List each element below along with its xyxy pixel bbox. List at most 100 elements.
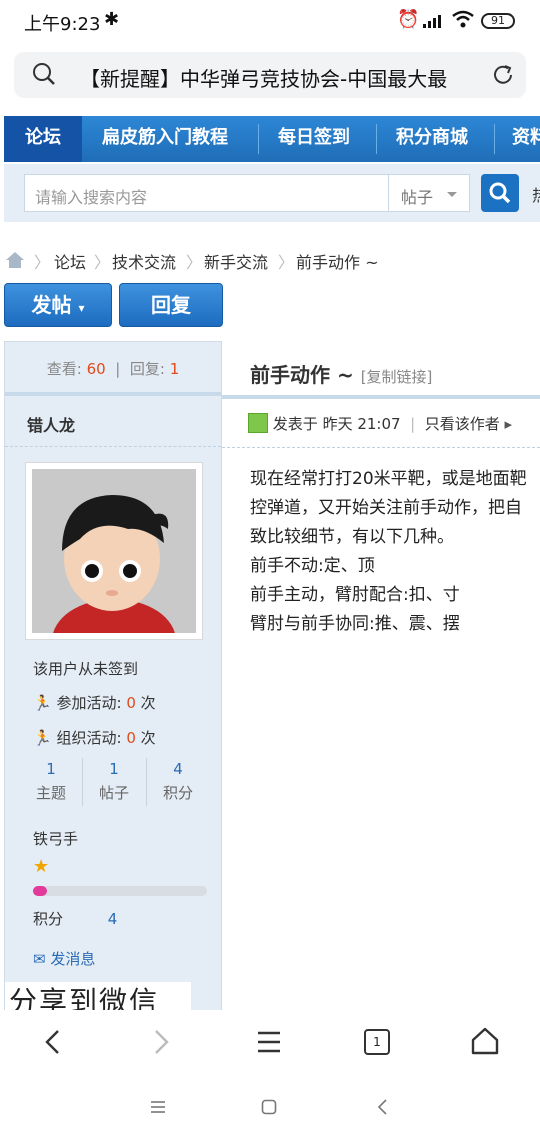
- mail-icon: ✉: [33, 950, 46, 968]
- points-label: 积分: [33, 910, 64, 928]
- thread-stats: 查看: 60 | 回复: 1: [5, 342, 221, 396]
- breadcrumb-forum[interactable]: 论坛: [54, 249, 86, 273]
- avatar[interactable]: [25, 462, 203, 683]
- post-title-text: 前手动作 ~: [250, 363, 354, 387]
- reply-button[interactable]: 回复: [119, 283, 223, 327]
- post-content: 前手动作 ~ [复制链接] 发表于 昨天 21:07 | 只看该作者 ▸ 现在经…: [222, 341, 540, 1011]
- rank-progress-bar: [33, 886, 207, 896]
- address-bar[interactable]: 【新提醒】中华弹弓竞技协会-中国最大最: [14, 52, 526, 98]
- send-message-link[interactable]: ✉ 发消息: [33, 948, 95, 969]
- chevron-right-icon: 〉: [34, 253, 51, 272]
- share-wechat-banner[interactable]: 分享到微信: [5, 982, 191, 1012]
- tabs-button[interactable]: 1: [364, 1029, 390, 1055]
- forward-icon[interactable]: [148, 1028, 174, 1056]
- home-icon[interactable]: [470, 1026, 500, 1056]
- menu-icon[interactable]: [256, 1030, 282, 1054]
- posted-label: 发表于: [272, 415, 318, 433]
- system-nav-bar: [0, 1074, 540, 1140]
- signal-icon: [423, 15, 441, 28]
- nav-item-shop[interactable]: 积分商城: [396, 116, 468, 162]
- recent-apps-icon[interactable]: [150, 1100, 166, 1114]
- chevron-down-icon: [447, 192, 457, 197]
- new-post-button[interactable]: 发帖 ▾: [4, 283, 112, 327]
- search-input[interactable]: 请输入搜索内容: [24, 174, 390, 212]
- post-body-line: 现在经常打打20米平靶，或是地面靶: [250, 469, 527, 489]
- points-value: 4: [107, 910, 118, 928]
- count-posts-value: 1: [109, 760, 119, 778]
- stats-divider: |: [110, 360, 126, 378]
- post-meta: 发表于 昨天 21:07 | 只看该作者 ▸: [248, 413, 512, 437]
- points-row: 积分 4: [33, 908, 117, 929]
- post-body-line: 致比较细节，有以下几种。: [250, 527, 454, 547]
- replies-count: 1: [169, 360, 180, 378]
- nav-divider: [376, 124, 377, 154]
- views-count: 60: [86, 360, 106, 378]
- replies-label: 回复:: [129, 360, 165, 378]
- post-body-line: 臂肘与前手协同:推、震、摆: [250, 614, 460, 634]
- search-icon: [489, 182, 511, 204]
- author-name[interactable]: 错人龙: [27, 412, 75, 436]
- star-icon: ★: [33, 856, 50, 877]
- nav-item-forum[interactable]: 论坛: [4, 116, 82, 162]
- search-button[interactable]: [481, 174, 519, 212]
- count-points-value: 4: [173, 760, 183, 778]
- post-body-line: 控弹道，又开始关注前手动作，把自: [250, 498, 522, 518]
- posted-time: 昨天 21:07: [322, 415, 401, 433]
- post-title: 前手动作 ~ [复制链接]: [250, 359, 432, 388]
- count-threads-label: 主题: [35, 784, 66, 802]
- hot-search-link[interactable]: 热: [532, 182, 540, 206]
- views-label: 查看:: [46, 360, 82, 378]
- divider: [222, 395, 540, 399]
- nav-item-tutorial[interactable]: 扁皮筋入门教程: [102, 116, 228, 162]
- nav-divider: [494, 124, 495, 154]
- avatar-image: [32, 469, 196, 683]
- activity-org-value: 0: [126, 729, 136, 747]
- browser-toolbar: 1: [0, 1010, 540, 1074]
- status-bar: 上午9:23 ✱ ⏰ 91: [0, 0, 540, 42]
- activity-join-label: 参加活动:: [56, 694, 122, 712]
- author-sidebar: 查看: 60 | 回复: 1 错人龙 该用户从未签到 🏃 参加活动: 0 次 🏃…: [4, 341, 222, 1012]
- chevron-right-icon: 〉: [278, 253, 295, 272]
- rank-progress-fill: [33, 886, 47, 896]
- home-icon[interactable]: [4, 250, 26, 270]
- count-threads[interactable]: 1 主题: [19, 760, 83, 803]
- times-unit: 次: [140, 694, 156, 712]
- count-points-label: 积分: [162, 784, 193, 802]
- alarm-icon: ⏰: [397, 9, 420, 30]
- battery-indicator: 91: [481, 13, 515, 29]
- nav-divider: [258, 124, 259, 154]
- count-threads-value: 1: [46, 760, 56, 778]
- forum-search: 请输入搜索内容 帖子 热: [4, 164, 540, 222]
- activity-org-label: 组织活动:: [56, 729, 122, 747]
- url-text[interactable]: 【新提醒】中华弹弓竞技协会-中国最大最: [80, 63, 490, 89]
- author-only-link[interactable]: 只看该作者: [425, 415, 500, 433]
- back-icon[interactable]: [40, 1028, 66, 1056]
- breadcrumb-newbie[interactable]: 新手交流: [204, 249, 268, 273]
- count-posts-label: 帖子: [98, 784, 129, 802]
- nav-item-resources[interactable]: 资料: [512, 116, 540, 162]
- meta-divider: |: [405, 415, 420, 433]
- nav-item-checkin[interactable]: 每日签到: [278, 116, 350, 162]
- breadcrumb-tech[interactable]: 技术交流: [112, 249, 176, 273]
- breadcrumb-current[interactable]: 前手动作 ~: [296, 249, 379, 273]
- activity-join-value: 0: [126, 694, 136, 712]
- user-rank: 铁弓手: [33, 830, 79, 848]
- post-body-line: 前手不动:定、顶: [250, 556, 375, 576]
- running-icon: 🏃: [33, 729, 52, 747]
- send-message-label: 发消息: [50, 950, 96, 968]
- activity-join: 🏃 参加活动: 0 次: [33, 692, 156, 713]
- count-posts[interactable]: 1 帖子: [82, 760, 146, 803]
- copy-link[interactable]: [复制链接]: [361, 368, 433, 386]
- caret-right-icon[interactable]: ▸: [505, 415, 513, 433]
- times-unit: 次: [140, 729, 156, 747]
- search-scope-select[interactable]: 帖子: [388, 174, 470, 212]
- post-body-line: 前手主动，臂肘配合:扣、寸: [250, 585, 460, 605]
- reload-icon[interactable]: [490, 62, 516, 88]
- count-points[interactable]: 4 积分: [146, 760, 210, 803]
- checkin-status: 该用户从未签到: [33, 660, 139, 678]
- status-time: 上午9:23: [24, 14, 101, 35]
- search-icon[interactable]: [32, 62, 56, 86]
- wifi-icon: [452, 10, 474, 28]
- home-button-icon[interactable]: [261, 1099, 277, 1115]
- back-button-icon[interactable]: [376, 1098, 388, 1116]
